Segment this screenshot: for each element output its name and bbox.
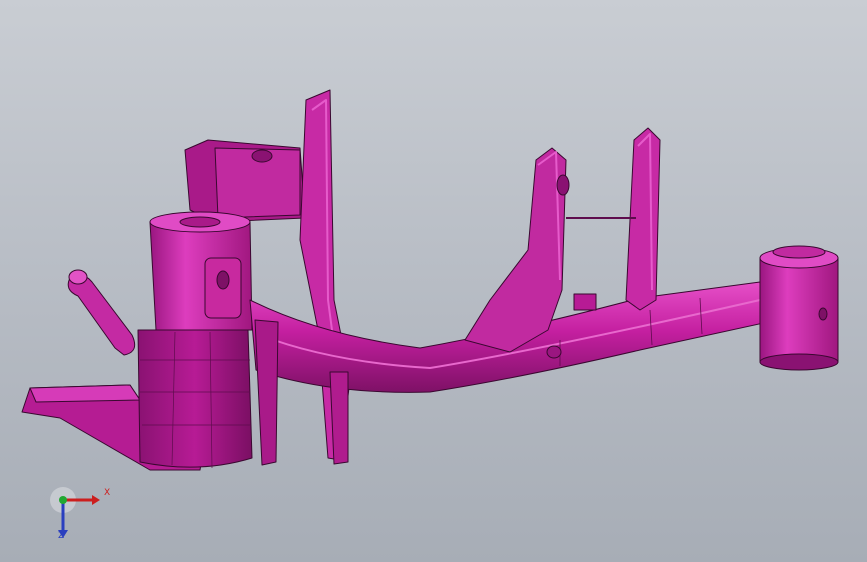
left-side-tube bbox=[67, 274, 136, 356]
center-arch-bracket bbox=[464, 147, 567, 353]
subframe-model[interactable] bbox=[0, 0, 867, 562]
reference-triad: X Z bbox=[40, 478, 120, 550]
left-lower-tower bbox=[137, 329, 253, 468]
tube-mount-block bbox=[573, 293, 597, 311]
z-axis-label: Z bbox=[58, 531, 65, 541]
left-leg-plate bbox=[254, 319, 279, 466]
x-axis-label: X bbox=[104, 488, 111, 498]
graphics-viewport[interactable]: X Z bbox=[0, 0, 867, 562]
